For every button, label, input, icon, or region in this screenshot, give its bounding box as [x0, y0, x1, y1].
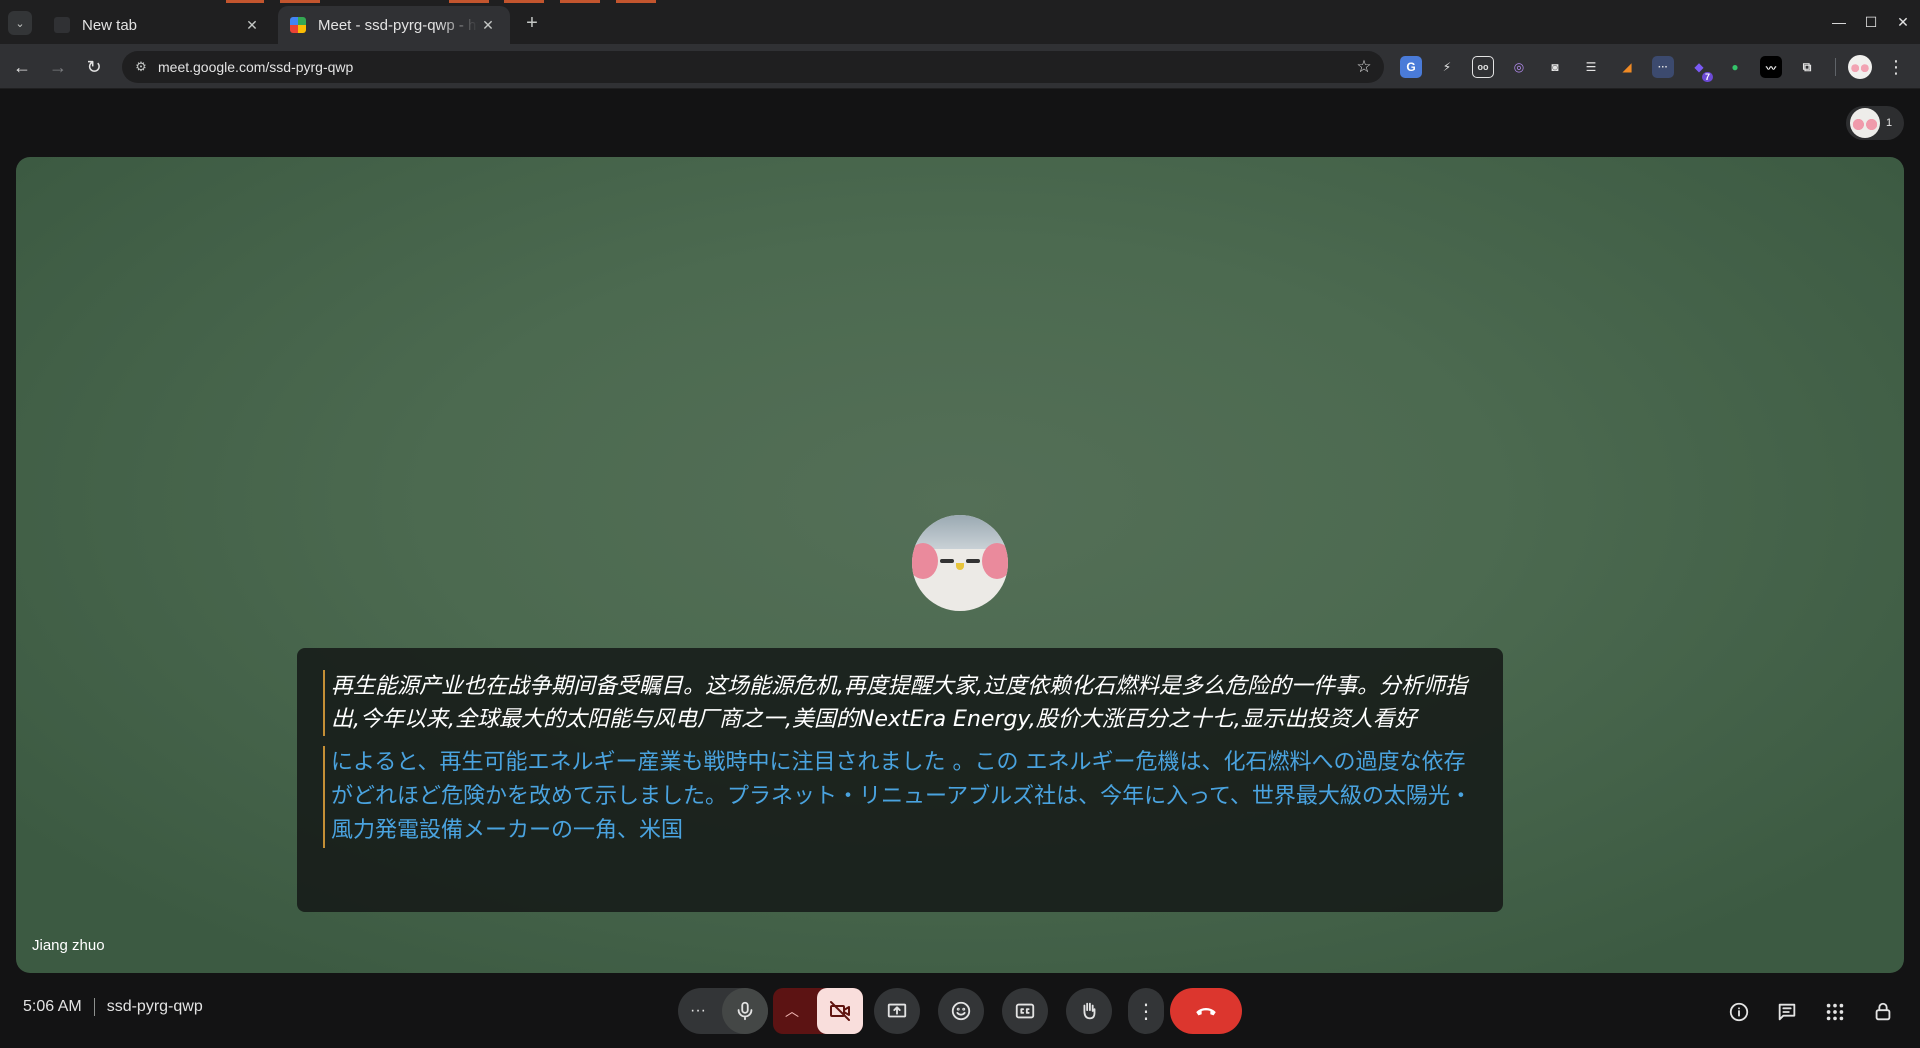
tab-meet[interactable]: Meet - ssd-pyrg-qwp - ht ✕	[278, 6, 510, 44]
host-controls-button[interactable]	[1869, 998, 1897, 1026]
ai-extension-icon[interactable]: 〰	[1760, 56, 1782, 78]
meet-page: 1 再生能源产业也在战争期间备受瞩目。这场能源危机,再度提醒大家,过度依赖化石燃…	[0, 90, 1920, 1048]
maximize-icon[interactable]: ☐	[1859, 10, 1883, 34]
close-tab-icon[interactable]: ✕	[478, 15, 498, 35]
caption-japanese-text: によると、再生可能エネルギー産業も戦時中に注目されました 。この エネルギー危機…	[331, 750, 1472, 843]
profile-avatar[interactable]	[1848, 55, 1872, 79]
raise-hand-icon	[1083, 1002, 1096, 1020]
present-screen-button[interactable]	[874, 988, 920, 1034]
reload-icon[interactable]: ↻	[81, 54, 107, 80]
current-time: 5:06 AM	[23, 998, 82, 1015]
audio-options-icon[interactable]: ···	[690, 1002, 706, 1020]
url-text[interactable]: meet.google.com/ssd-pyrg-qwp	[158, 59, 1350, 75]
new-tab-plus-icon[interactable]: +	[520, 11, 544, 35]
storage-extension-icon[interactable]: ☰	[1580, 56, 1602, 78]
chrome-newtab-icon	[54, 17, 70, 33]
minimize-icon[interactable]: —	[1827, 10, 1851, 34]
back-arrow-icon[interactable]: ←	[9, 54, 35, 80]
captions-button[interactable]	[1002, 988, 1048, 1034]
forward-arrow-icon[interactable]: →	[45, 54, 71, 80]
participant-count: 1	[1886, 117, 1893, 129]
participant-tile: 再生能源产业也在战争期间备受瞩目。这场能源危机,再度提醒大家,过度依赖化石燃料是…	[16, 157, 1904, 973]
microphone-button[interactable]	[722, 988, 768, 1034]
flag-extension-icon[interactable]: ◢	[1616, 56, 1638, 78]
activities-button[interactable]	[1821, 998, 1849, 1026]
captions-cc-icon	[1015, 1003, 1035, 1019]
chat-icon	[1778, 1003, 1796, 1021]
toolbar-separator	[1835, 58, 1836, 76]
chat-extension-icon[interactable]: ●	[1724, 56, 1746, 78]
browser-toolbar: ← → ↻ ⚙ meet.google.com/ssd-pyrg-qwp ☆ G…	[0, 44, 1920, 89]
participant-avatar	[912, 515, 1008, 611]
tab-new-tab[interactable]: New tab ✕	[42, 6, 274, 44]
close-window-icon[interactable]: ✕	[1891, 10, 1915, 34]
participant-name-label: Jiang zhuo	[32, 937, 105, 954]
hang-up-icon	[1196, 1008, 1216, 1016]
camera-off-icon	[830, 1001, 850, 1021]
camera-extension-icon[interactable]: ◙	[1544, 56, 1566, 78]
chat-button[interactable]	[1773, 998, 1801, 1026]
close-tab-icon[interactable]: ✕	[242, 15, 262, 35]
caption-chinese-text: 再生能源产业也在战争期间备受瞩目。这场能源危机,再度提醒大家,过度依赖化石燃料是…	[331, 674, 1467, 732]
more-options-button[interactable]: ⋮	[1128, 988, 1164, 1034]
more-vert-icon: ⋮	[1136, 1000, 1156, 1023]
participant-avatar-mini	[1850, 108, 1880, 138]
meeting-clock: 5:06 AM ssd-pyrg-qwp	[23, 998, 203, 1016]
lock-person-icon	[1875, 1002, 1891, 1021]
present-screen-icon	[887, 1003, 907, 1018]
raise-hand-button[interactable]	[1066, 988, 1112, 1034]
chrome-menu-icon[interactable]: ⋮	[1884, 55, 1908, 79]
address-bar[interactable]: ⚙ meet.google.com/ssd-pyrg-qwp ☆	[122, 51, 1384, 83]
dots-extension-icon[interactable]: ···	[1652, 56, 1674, 78]
camera-group: ︿	[773, 988, 863, 1034]
code-extension-icon[interactable]: ◆ 7	[1688, 56, 1713, 82]
caption-original: 再生能源产业也在战争期间备受瞩目。这场能源危机,再度提醒大家,过度依赖化石燃料是…	[323, 670, 1479, 736]
meet-controls-bar: 5:06 AM ssd-pyrg-qwp ··· ︿ ⋮	[0, 978, 1920, 1046]
translate-extension-icon[interactable]: G	[1400, 56, 1422, 78]
captions-panel: 再生能源产业也在战争期间备受瞩目。这场能源危机,再度提醒大家,过度依赖化石燃料是…	[297, 648, 1503, 912]
microphone-icon	[737, 1001, 753, 1021]
participants-chip[interactable]: 1	[1846, 106, 1904, 140]
google-meet-icon	[290, 17, 306, 33]
meeting-info-button[interactable]	[1725, 998, 1753, 1026]
tab-title: New tab	[82, 16, 138, 34]
tab-strip: ⌄ New tab ✕ Meet - ssd-pyrg-qwp - ht ✕ +…	[0, 0, 1920, 44]
emoji-reaction-button[interactable]	[938, 988, 984, 1034]
camera-off-button[interactable]	[817, 988, 863, 1034]
emoji-smile-icon	[951, 1001, 971, 1021]
meeting-code: ssd-pyrg-qwp	[106, 998, 203, 1015]
leave-call-button[interactable]	[1170, 988, 1242, 1034]
extensions-puzzle-icon[interactable]: ⧉	[1796, 56, 1818, 78]
bookmark-star-icon[interactable]: ☆	[1350, 53, 1378, 81]
reader-extension-icon[interactable]: oo	[1472, 56, 1494, 78]
tab-title: Meet - ssd-pyrg-qwp - ht	[318, 16, 478, 34]
mic-group: ···	[678, 988, 768, 1034]
extension-badge: 7	[1701, 72, 1713, 82]
apps-grid-icon	[1826, 1003, 1844, 1021]
site-info-icon[interactable]: ⚙	[130, 56, 152, 78]
video-options-chevron-icon[interactable]: ︿	[785, 1001, 799, 1021]
lightning-extension-icon[interactable]: ⚡	[1436, 56, 1458, 78]
tab-search-chevron-icon[interactable]: ⌄	[8, 11, 32, 35]
info-icon	[1729, 1002, 1749, 1022]
spiral-extension-icon[interactable]: ◎	[1508, 56, 1530, 78]
caption-translation: によると、再生可能エネルギー産業も戦時中に注目されました 。この エネルギー危機…	[323, 746, 1479, 848]
